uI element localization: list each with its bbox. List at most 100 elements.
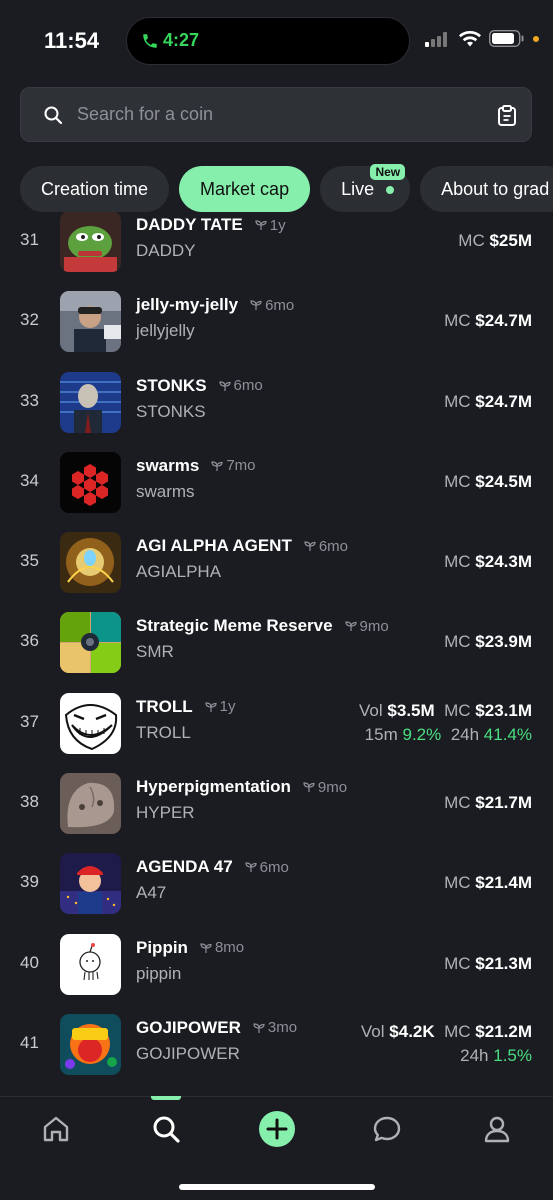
coin-ticker: jellyjelly [136,321,195,341]
coin-market-cap: MC $23.9M [444,632,532,652]
tab-creation-time[interactable]: Creation time [20,166,170,212]
coin-rank: 36 [20,631,39,651]
profile-icon[interactable] [482,1114,512,1144]
call-duration: 4:27 [163,30,200,50]
coin-rank: 37 [20,711,39,731]
coin-list[interactable]: 31 DADDY TATE 1y DADDY MC $25M 32 jelly-m… [0,212,553,1096]
coin-volume-market-cap: Vol $4.2K MC $21.2M [360,1021,532,1041]
coin-volume-market-cap: Vol $3.5M MC $23.1M [359,700,532,720]
coin-market-cap: MC $24.7M [444,311,532,331]
coin-ticker: SMR [136,642,174,662]
home-indicator [179,1184,375,1190]
home-icon[interactable] [41,1114,71,1144]
status-bar: 11:54 4:27 [0,0,553,80]
coin-rank: 40 [20,952,39,972]
tab-market-cap[interactable]: Market cap [179,166,311,212]
coin-price-change: 15m 9.2% 24h 41.4% [364,724,532,744]
coin-avatar [60,692,121,754]
coin-age: 3mo [267,1019,298,1037]
coin-rank: 32 [20,310,39,330]
coin-ticker: DADDY [136,241,196,260]
coin-market-cap: MC $24.7M [444,391,532,411]
coin-avatar [60,371,121,433]
search-bar[interactable] [20,87,532,142]
coin-ticker: swarms [136,481,195,501]
coin-row[interactable]: 40 Pippin 8mo pippin MC $21.3M [0,924,553,1004]
chat-icon[interactable] [372,1114,402,1144]
coin-rank: 33 [20,390,39,410]
create-coin-button[interactable] [259,1111,295,1147]
coin-name: Hyperpigmentation [136,777,291,797]
coin-row[interactable]: 34 swarms 7mo swarms MC $24.5M [0,442,553,522]
sprout-icon [255,220,267,230]
search-icon [44,106,63,124]
sprout-icon [218,380,231,391]
coin-name: jelly-my-jelly [136,295,239,315]
coin-age: 6mo [259,858,289,876]
coin-price-change: 24h 1.5% [460,1045,532,1065]
coin-age: 6mo [318,537,349,555]
active-tab-indicator [151,1096,181,1100]
sort-tabs: Creation time Market cap Live New About … [20,164,553,212]
coin-avatar [60,212,121,272]
coin-avatar [60,451,121,513]
coin-rank: 41 [20,1032,39,1052]
tab-live[interactable]: Live New [320,164,411,212]
coin-ticker: HYPER [136,803,195,823]
sprout-icon [253,1023,265,1033]
coin-row[interactable]: 41 GOJIPOWER 3mo GOJIPOWER Vol $4.2K MC $… [0,1004,553,1084]
coin-market-cap: MC $21.3M [444,953,532,973]
coin-avatar [60,1013,121,1075]
coin-ticker: AGIALPHA [136,562,222,582]
coin-rank: 38 [20,792,39,812]
sprout-icon [304,541,316,552]
coin-row[interactable]: 39 AGENDA 47 6mo A47 MC $21.4M [0,843,553,923]
dynamic-island[interactable]: 4:27 [126,17,410,65]
coin-rank: 39 [20,872,39,892]
privacy-indicator [533,35,539,42]
tab-about-to-grad[interactable]: About to grad [420,166,553,212]
coin-market-cap: MC $24.5M [444,471,532,491]
coin-row[interactable]: 32 jelly-my-jelly 6mo jellyjelly MC $24.7… [0,281,553,361]
coin-age: 8mo [214,939,245,957]
coin-ticker: pippin [136,963,182,983]
coin-age: 9mo [359,617,389,635]
coin-ticker: TROLL [136,722,191,742]
coin-age: 6mo [265,296,295,314]
coin-avatar [60,612,121,674]
search-input[interactable] [77,104,477,125]
call-indicator[interactable]: 4:27 [141,30,199,51]
sprout-icon [344,621,357,632]
sprout-icon [200,943,212,953]
coin-avatar [60,291,121,353]
coin-market-cap: MC $21.7M [444,793,532,813]
coin-row[interactable]: 33 STONKS 6mo STONKS MC $24.7M [0,362,553,442]
coin-row[interactable]: 38 Hyperpigmentation 9mo HYPER MC $21.7M [0,763,553,843]
live-dot [386,186,395,194]
coin-avatar [60,853,121,915]
coin-rank: 34 [20,470,39,490]
coin-row[interactable]: 31 DADDY TATE 1y DADDY MC $25M [0,212,553,281]
coin-name: AGENDA 47 [136,857,233,877]
coin-age: 6mo [233,377,263,395]
phone-icon [143,33,157,48]
coin-rank: 31 [20,230,39,249]
status-time: 11:54 [44,28,100,53]
coin-row[interactable]: 35 AGI ALPHA AGENT 6mo AGIALPHA MC $24.3M [0,522,553,602]
coin-age: 1y [219,698,236,716]
coin-row[interactable]: 37 TROLL 1y TROLL Vol $3.5M MC $23.1M 15m… [0,683,553,763]
coin-avatar [60,532,121,594]
coin-age: 1y [269,216,286,234]
coin-market-cap: MC $21.4M [444,873,532,893]
coin-age: 9mo [317,778,348,796]
sprout-icon [250,300,262,311]
coin-name: AGI ALPHA AGENT [136,536,292,556]
coin-row[interactable]: 36 Strategic Meme Reserve 9mo SMR MC $23.… [0,602,553,682]
system-icons [425,30,539,47]
clipboard-icon[interactable] [497,105,517,127]
coin-name: Strategic Meme Reserve [136,616,333,636]
new-badge: New [370,164,406,180]
plus-icon [266,1118,288,1140]
coin-avatar [60,933,121,995]
search-icon[interactable] [151,1114,181,1144]
